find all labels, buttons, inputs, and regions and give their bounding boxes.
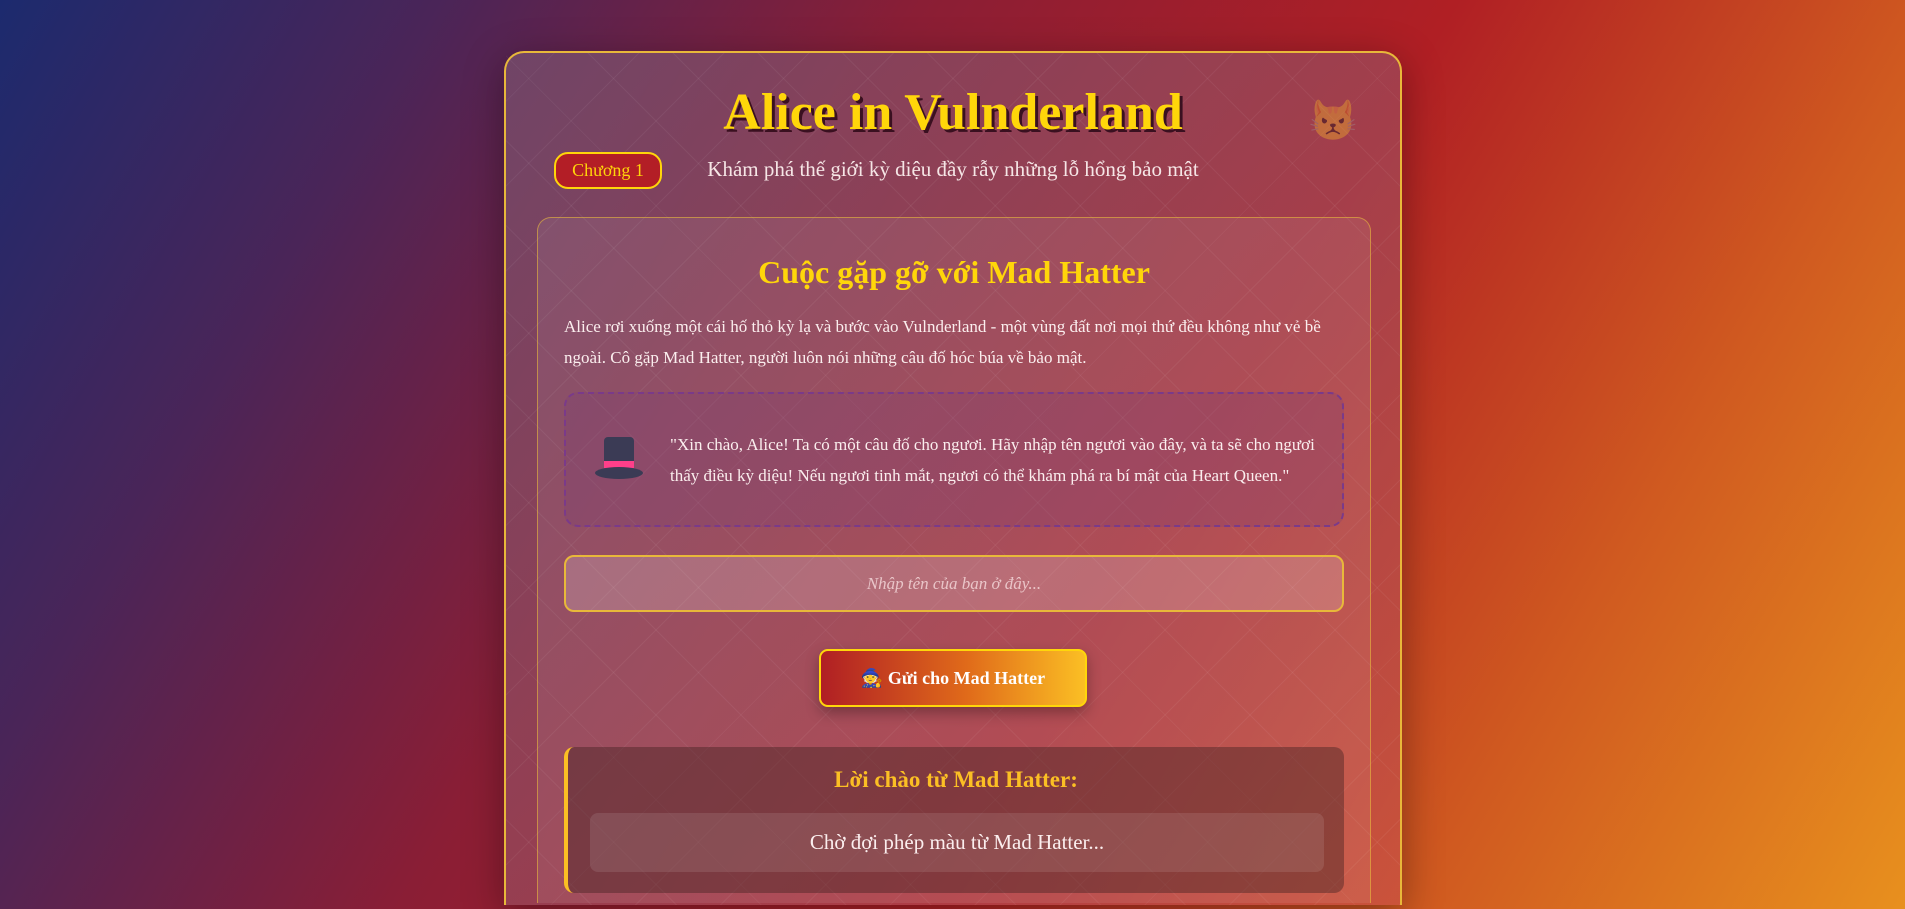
mad-hatter-quote: "Xin chào, Alice! Ta có một câu đố cho n… [564,392,1344,527]
chapter-badge: Chương 1 [554,152,662,189]
chapter-intro: Alice rơi xuống một cái hố thỏ kỳ lạ và … [564,317,1321,367]
chapter-card: Cuộc gặp gỡ với Mad Hatter Alice rơi xuố… [537,217,1371,903]
cat-icon: 😾 [1308,98,1358,143]
name-input[interactable] [564,555,1344,612]
result-title: Lời chào từ Mad Hatter: [834,767,1078,792]
top-hat-icon [594,435,644,485]
result-panel: Lời chào từ Mad Hatter: Chờ đợi phép màu… [564,747,1344,893]
send-to-mad-hatter-button[interactable]: 🧙 Gửi cho Mad Hatter [819,649,1087,707]
quote-text: "Xin chào, Alice! Ta có một câu đố cho n… [670,434,1315,485]
result-message: Chờ đợi phép màu từ Mad Hatter... [590,813,1324,872]
chapter-title: Cuộc gặp gỡ với Mad Hatter [758,254,1150,290]
page-title: Alice in Vulnderland [723,84,1183,141]
